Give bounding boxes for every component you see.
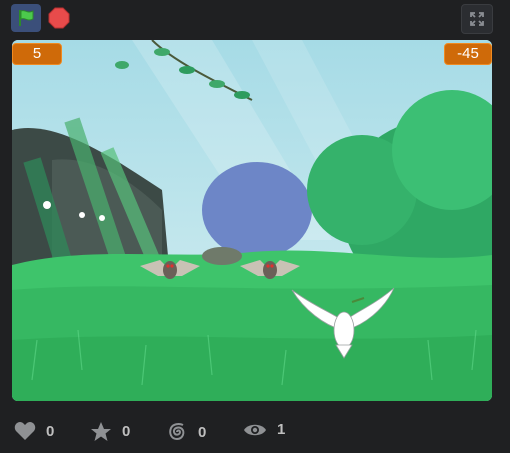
likes-stat[interactable]: 0 (14, 421, 54, 441)
project-stats: 0 0 0 1 (0, 415, 510, 453)
star-icon (91, 422, 111, 441)
fullscreen-button[interactable] (461, 4, 493, 34)
favorites-count: 0 (122, 423, 131, 440)
score-monitor: 5 (12, 43, 62, 65)
remixes-stat[interactable]: 0 (166, 421, 206, 443)
remix-spiral-icon (169, 423, 185, 441)
game-stage[interactable]: 5 -45 (12, 40, 492, 401)
green-flag-icon (19, 10, 34, 26)
stop-button[interactable] (46, 5, 72, 31)
green-flag-button[interactable] (11, 4, 41, 32)
eye-icon (244, 424, 266, 435)
player-toolbar (0, 0, 510, 38)
favorites-stat[interactable]: 0 (90, 421, 130, 442)
views-count: 1 (277, 421, 286, 438)
views-stat[interactable]: 1 (243, 421, 285, 438)
value-monitor: -45 (444, 43, 492, 65)
likes-count: 0 (46, 422, 55, 440)
remixes-count: 0 (198, 423, 207, 441)
stop-icon (48, 7, 70, 29)
forest-backdrop (12, 40, 492, 401)
fullscreen-icon (470, 12, 484, 26)
heart-icon (14, 422, 36, 440)
